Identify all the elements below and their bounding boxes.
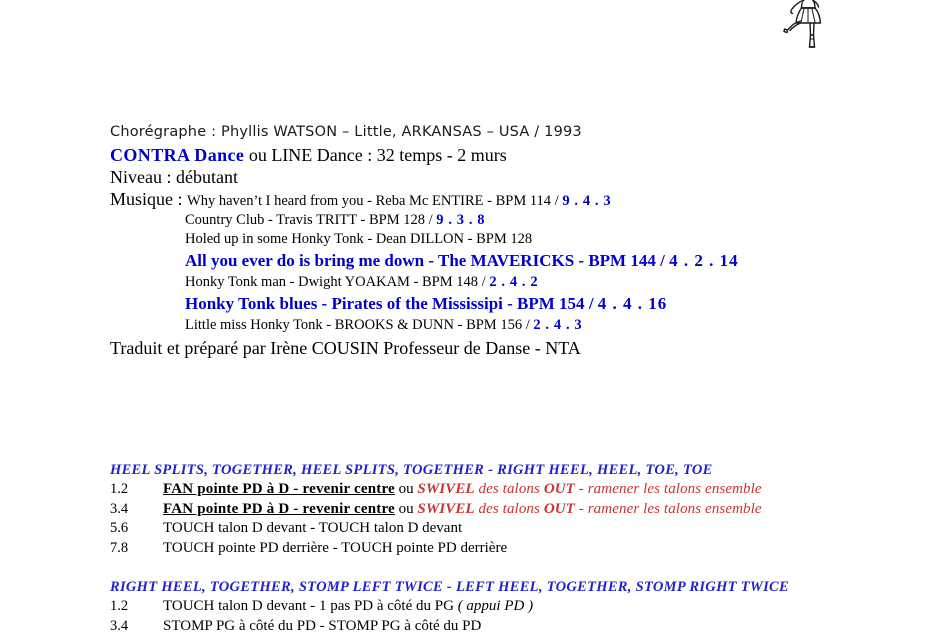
level-line: Niveau : débutant xyxy=(110,166,910,188)
step-counts: 1.2 xyxy=(110,480,163,500)
header-block: Chorégraphe : Phyllis WATSON – Little, A… xyxy=(110,122,910,359)
song-title: Little miss Honky Tonk - BROOKS & DUNN -… xyxy=(185,317,522,333)
song-code: 2 . 4 . 2 xyxy=(489,274,538,290)
song-entry: Honky Tonk man - Dwight YOAKAM - BPM 148… xyxy=(110,273,910,292)
step-description: TOUCH talon D devant - 1 pas PD à côté d… xyxy=(163,597,920,617)
step-counts: 7.8 xyxy=(110,539,163,559)
step-row: 7.8 TOUCH pointe PD derrière - TOUCH poi… xyxy=(110,539,920,559)
step-alt-action: SWIVEL des talons OUT - ramener les talo… xyxy=(417,481,761,497)
step-note: ( appui PD ) xyxy=(454,598,533,614)
song-title: Honky Tonk man - Dwight YOAKAM - BPM 148 xyxy=(185,274,478,290)
step-alt-action: SWIVEL des talons OUT - ramener les talo… xyxy=(417,501,761,517)
song-code: 4 . 2 . 14 xyxy=(669,251,739,270)
song-entry-highlight: Honky Tonk blues - Pirates of the Missis… xyxy=(110,292,910,316)
song-list: Country Club - Travis TRITT - BPM 128 / … xyxy=(110,211,910,335)
step-description: TOUCH talon D devant - TOUCH talon D dev… xyxy=(163,519,920,539)
song-title: Holed up in some Honky Tonk - Dean DILLO… xyxy=(185,231,532,247)
song-separator: / xyxy=(522,317,533,333)
song-entry-highlight: All you ever do is bring me down - The M… xyxy=(110,249,910,273)
section-spacer xyxy=(110,558,920,578)
step-alt-mid: des talons xyxy=(475,481,544,497)
step-description: STOMP PG à côté du PD - STOMP PG à côté … xyxy=(163,617,920,636)
song-title: Why haven’t I heard from you - Reba Mc E… xyxy=(187,193,551,209)
step-connector: ou xyxy=(395,481,418,497)
song-separator: / xyxy=(551,193,562,209)
song-entry: Country Club - Travis TRITT - BPM 128 / … xyxy=(110,211,910,230)
song-separator: / xyxy=(425,212,436,228)
dance-type-details: ou LINE Dance : 32 temps - 2 murs xyxy=(244,145,506,165)
song-entry: Little miss Honky Tonk - BROOKS & DUNN -… xyxy=(110,316,910,335)
step-alt-keyword-2: OUT xyxy=(544,481,575,497)
step-row: 1.2 TOUCH talon D devant - 1 pas PD à cô… xyxy=(110,597,920,617)
steps-block: HEEL SPLITS, TOGETHER, HEEL SPLITS, TOGE… xyxy=(110,461,920,636)
document-page: Chorégraphe : Phyllis WATSON – Little, A… xyxy=(0,0,930,620)
step-counts: 1.2 xyxy=(110,597,163,617)
step-description: FAN pointe PD à D - revenir centre ou SW… xyxy=(163,480,920,500)
song-entry: Why haven’t I heard from you - Reba Mc E… xyxy=(187,193,611,209)
song-separator: / xyxy=(478,274,489,290)
step-connector: ou xyxy=(395,501,418,517)
song-title: Honky Tonk blues - Pirates of the Missis… xyxy=(185,294,585,313)
song-separator: / xyxy=(656,251,669,270)
step-main-action: TOUCH talon D devant - 1 pas PD à côté d… xyxy=(163,598,454,614)
step-alt-keyword: SWIVEL xyxy=(417,501,474,517)
dance-type-keyword: CONTRA Dance xyxy=(110,145,244,165)
step-main-action: FAN pointe PD à D - revenir centre xyxy=(163,481,395,497)
step-description: FAN pointe PD à D - revenir centre ou SW… xyxy=(163,500,920,520)
step-counts: 5.6 xyxy=(110,519,163,539)
dancer-illustration xyxy=(775,0,839,50)
song-code: 4 . 4 . 16 xyxy=(598,294,668,313)
step-alt-keyword-2: OUT xyxy=(544,501,575,517)
section-title: RIGHT HEEL, TOGETHER, STOMP LEFT TWICE -… xyxy=(110,578,920,597)
song-code: 9 . 3 . 8 xyxy=(436,212,485,228)
step-counts: 3.4 xyxy=(110,617,163,636)
song-title: Country Club - Travis TRITT - BPM 128 xyxy=(185,212,425,228)
step-alt-tail: - ramener les talons ensemble xyxy=(575,501,762,517)
song-separator: / xyxy=(585,294,598,313)
step-alt-keyword: SWIVEL xyxy=(417,481,474,497)
step-description: TOUCH pointe PD derrière - TOUCH pointe … xyxy=(163,539,920,559)
section-title: HEEL SPLITS, TOGETHER, HEEL SPLITS, TOGE… xyxy=(110,461,920,480)
song-code: 2 . 4 . 3 xyxy=(533,317,582,333)
step-main-action: FAN pointe PD à D - revenir centre xyxy=(163,501,395,517)
step-row: 3.4 FAN pointe PD à D - revenir centre o… xyxy=(110,500,920,520)
step-row: 5.6 TOUCH talon D devant - TOUCH talon D… xyxy=(110,519,920,539)
choreographer-line: Chorégraphe : Phyllis WATSON – Little, A… xyxy=(110,122,910,143)
song-code: 9 . 4 . 3 xyxy=(562,193,611,209)
song-title: All you ever do is bring me down - The M… xyxy=(185,251,656,270)
dance-type-line: CONTRA Dance ou LINE Dance : 32 temps - … xyxy=(110,144,910,166)
step-row: 3.4 STOMP PG à côté du PD - STOMP PG à c… xyxy=(110,617,920,636)
translator-credit-line: Traduit et préparé par Irène COUSIN Prof… xyxy=(110,337,910,359)
music-line: Musique : Why haven’t I heard from you -… xyxy=(110,188,910,211)
step-alt-tail: - ramener les talons ensemble xyxy=(575,481,762,497)
music-label: Musique : xyxy=(110,189,187,209)
step-counts: 3.4 xyxy=(110,500,163,520)
step-alt-mid: des talons xyxy=(475,501,544,517)
song-entry: Holed up in some Honky Tonk - Dean DILLO… xyxy=(110,230,910,249)
step-row: 1.2 FAN pointe PD à D - revenir centre o… xyxy=(110,480,920,500)
